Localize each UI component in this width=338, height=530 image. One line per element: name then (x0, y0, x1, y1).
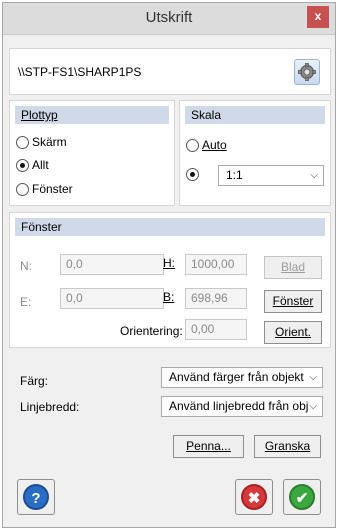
gear-icon (298, 63, 316, 81)
e-field[interactable]: 0,0 (60, 288, 164, 309)
radio-auto-circle[interactable] (186, 138, 199, 152)
scale-select[interactable]: 1:1 ⌵ (218, 165, 324, 186)
ok-icon: ✔ (289, 484, 315, 510)
radio-allt-circle[interactable] (16, 158, 29, 172)
radio-fonster[interactable]: Fönster (16, 182, 73, 196)
radio-fonster-circle[interactable] (16, 182, 29, 196)
help-icon: ? (23, 484, 49, 510)
plottyp-header: Plottyp (15, 106, 169, 124)
cancel-button[interactable]: ✖ (235, 479, 273, 515)
radio-allt-label: Allt (32, 158, 49, 172)
orient-button[interactable]: Orient. (264, 321, 322, 344)
ok-button[interactable]: ✔ (283, 479, 321, 515)
radio-skarm-circle[interactable] (16, 135, 29, 149)
penna-button[interactable]: Penna... (173, 435, 244, 458)
farg-select[interactable]: Använd färger från objekt ⌵ (161, 367, 323, 388)
radio-auto-label: Auto (202, 138, 227, 152)
orientering-field[interactable]: 0,00 (185, 319, 247, 340)
chevron-down-icon: ⌵ (309, 372, 317, 383)
linjebredd-select[interactable]: Använd linjebredd från obj ⌵ (161, 396, 323, 417)
fonster-group: Fönster N: 0,0 H: 1000,00 Blad E: 0,0 B:… (9, 212, 331, 348)
printer-panel: \\STP-FS1\SHARP1PS (9, 48, 331, 95)
fonster-button[interactable]: Fönster (264, 290, 322, 313)
linjebredd-label: Linjebredd: (20, 400, 80, 414)
h-label: H: (163, 256, 175, 270)
plottyp-group: Plottyp Skärm Allt Fönster (9, 100, 175, 206)
h-field[interactable]: 1000,00 (185, 254, 247, 275)
linjebredd-select-value: Använd linjebredd från obj (169, 399, 309, 413)
orientering-label: Orientering: (120, 324, 183, 338)
fonster-header: Fönster (15, 218, 325, 236)
b-field[interactable]: 698,96 (185, 288, 247, 309)
radio-scale[interactable] (186, 168, 202, 181)
help-button[interactable]: ? (17, 479, 55, 515)
cancel-icon: ✖ (241, 484, 267, 510)
radio-scale-circle[interactable] (186, 168, 199, 181)
radio-skarm[interactable]: Skärm (16, 135, 67, 149)
printer-name: \\STP-FS1\SHARP1PS (18, 65, 142, 79)
skala-header: Skala (185, 106, 325, 124)
e-label: E: (20, 295, 32, 309)
n-label: N: (20, 259, 32, 273)
close-button[interactable]: x (307, 6, 329, 28)
b-label: B: (163, 290, 175, 304)
farg-label: Färg: (20, 374, 49, 388)
blad-button[interactable]: Blad (264, 256, 322, 279)
granska-button[interactable]: Granska (254, 435, 321, 458)
skala-group: Skala Auto 1:1 ⌵ (179, 100, 331, 206)
title-bar: Utskrift x (3, 3, 335, 35)
window-title: Utskrift (145, 9, 193, 26)
n-field[interactable]: 0,0 (60, 254, 164, 275)
radio-allt[interactable]: Allt (16, 158, 49, 172)
radio-fonster-label: Fönster (32, 182, 73, 196)
radio-skarm-label: Skärm (32, 135, 67, 149)
radio-auto[interactable]: Auto (186, 138, 227, 152)
farg-select-value: Använd färger från objekt (169, 370, 304, 384)
chevron-down-icon: ⌵ (310, 170, 318, 181)
printer-settings-button[interactable] (294, 59, 320, 85)
scale-select-value: 1:1 (226, 168, 243, 182)
chevron-down-icon: ⌵ (309, 401, 317, 412)
print-dialog: Utskrift x \\STP-FS1\SHARP1PS Plottyp Sk… (2, 2, 336, 528)
